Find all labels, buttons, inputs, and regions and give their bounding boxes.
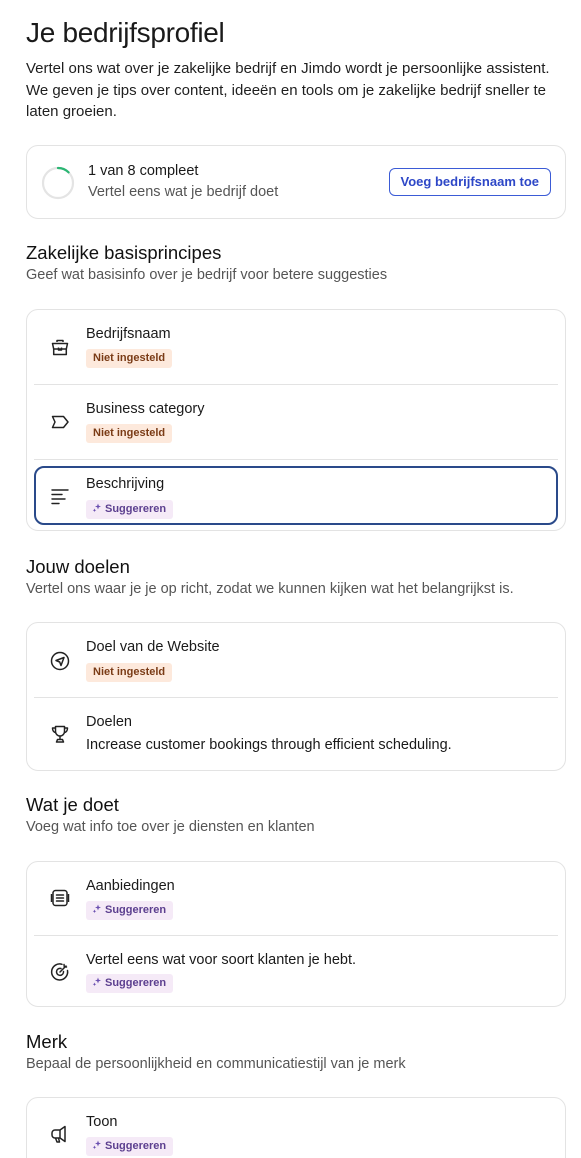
sparkle-icon: [92, 977, 101, 987]
profile-item-label: Vertel eens wat voor soort klanten je he…: [86, 952, 357, 968]
progress-subtitle: Vertel eens wat je bedrijf doet: [88, 184, 279, 200]
status-badge-not-set: Niet ingesteld: [86, 663, 173, 682]
business-profile-page: Je bedrijfsprofiel Vertel ons wat over j…: [0, 0, 581, 1158]
goals-card: Doel van de Website Niet ingesteld Doele…: [26, 622, 566, 771]
profile-item-website-goal[interactable]: Doel van de Website Niet ingesteld: [34, 623, 558, 697]
section-subtitle-basics: Geef wat basisinfo over je bedrijf voor …: [26, 267, 388, 283]
profile-item-goals[interactable]: Doelen Increase customer bookings throug…: [34, 698, 558, 772]
profile-item-customers[interactable]: Vertel eens wat voor soort klanten je he…: [34, 936, 558, 1008]
section-title-work: Wat je doet: [26, 794, 119, 815]
section-subtitle-work: Voeg wat info toe over je diensten en kl…: [26, 819, 315, 835]
profile-item-label: Toon: [86, 1114, 118, 1130]
profile-item-offerings[interactable]: Aanbiedingen Suggereren: [34, 862, 558, 935]
trophy-icon: [49, 723, 71, 745]
suggest-badge[interactable]: Suggereren: [86, 1137, 174, 1156]
suggest-badge[interactable]: Suggereren: [86, 500, 174, 519]
page-intro: Vertel ons wat over je zakelijke bedrijf…: [26, 60, 550, 120]
suggest-label: Suggereren: [105, 977, 167, 989]
progress-title: 1 van 8 compleet: [88, 163, 199, 179]
work-card: Aanbiedingen Suggereren Vertel eens wat …: [26, 861, 566, 1007]
profile-item-label: Doel van de Website: [86, 639, 220, 655]
tag-icon: [49, 411, 71, 433]
status-badge-not-set: Niet ingesteld: [86, 349, 173, 368]
profile-item-value: Increase customer bookings through effic…: [86, 737, 452, 753]
section-subtitle-brand: Bepaal de persoonlijkheid en communicati…: [26, 1056, 406, 1072]
sparkle-icon: [92, 1140, 101, 1150]
suggest-label: Suggereren: [105, 1140, 167, 1152]
section-subtitle-goals: Vertel ons waar je je op richt, zodat we…: [26, 581, 514, 597]
sparkle-icon: [92, 904, 101, 914]
profile-item-tone[interactable]: Toon Suggereren: [34, 1098, 558, 1158]
add-business-name-button[interactable]: Voeg bedrijfsnaam toe: [388, 168, 551, 196]
profile-item-label: Business category: [86, 401, 205, 417]
profile-item-business-category[interactable]: Business category Niet ingesteld: [34, 385, 558, 459]
row-divider: [34, 459, 558, 460]
section-title-basics: Zakelijke basisprincipes: [26, 242, 222, 263]
target-icon: [49, 961, 71, 983]
suggest-badge[interactable]: Suggereren: [86, 901, 174, 920]
text-lines-icon: [49, 485, 71, 507]
suggest-label: Suggereren: [105, 503, 167, 515]
profile-item-label: Doelen: [86, 714, 132, 730]
section-title-goals: Jouw doelen: [26, 556, 130, 577]
suggest-badge[interactable]: Suggereren: [86, 974, 174, 993]
profile-item-business-name[interactable]: Bedrijfsnaam Niet ingesteld: [34, 310, 558, 384]
profile-item-label: Beschrijving: [86, 476, 165, 492]
basics-card: Bedrijfsnaam Niet ingesteld Business cat…: [26, 309, 566, 531]
progress-card: 1 van 8 compleet Vertel eens wat je bedr…: [26, 145, 566, 219]
page-title: Je bedrijfsprofiel: [26, 17, 225, 48]
profile-item-label: Aanbiedingen: [86, 878, 175, 894]
megaphone-icon: [49, 1123, 71, 1145]
profile-item-label: Bedrijfsnaam: [86, 326, 171, 342]
sparkle-icon: [92, 503, 101, 513]
status-badge-not-set: Niet ingesteld: [86, 424, 173, 443]
send-icon: [49, 650, 71, 672]
progress-ring-icon: [41, 166, 75, 200]
briefcase-icon: [49, 336, 71, 358]
brand-card: Toon Suggereren: [26, 1097, 566, 1158]
list-icon: [49, 887, 71, 909]
profile-item-description[interactable]: Beschrijving Suggereren: [34, 466, 558, 525]
section-title-brand: Merk: [26, 1031, 68, 1052]
suggest-label: Suggereren: [105, 904, 167, 916]
